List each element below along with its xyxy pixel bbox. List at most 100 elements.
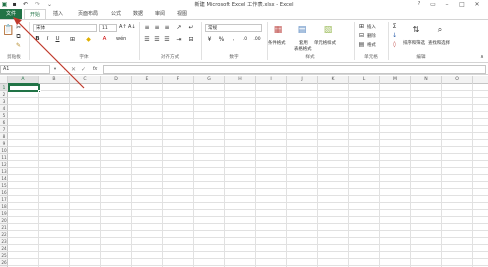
format-as-table-icon[interactable]: ▤ [296, 24, 308, 36]
row-header-4[interactable]: 4 [0, 105, 8, 112]
row-header-17[interactable]: 17 [0, 196, 8, 203]
column-header-k[interactable]: K [318, 76, 349, 84]
wrap-text-icon[interactable]: ↵ [187, 24, 195, 31]
row-header-11[interactable]: 11 [0, 154, 8, 161]
row-header-9[interactable]: 9 [0, 140, 8, 147]
borders-icon[interactable]: ⊞ [68, 36, 77, 43]
delete-cells-icon[interactable]: ⊟ [358, 32, 365, 39]
align-middle-icon[interactable]: ≡ [153, 24, 161, 31]
row-header-3[interactable]: 3 [0, 98, 8, 105]
find-select-label[interactable]: 查找和选择 [428, 40, 450, 46]
currency-icon[interactable]: ¥ [205, 36, 214, 43]
delete-cells-label[interactable]: 删除 [367, 33, 376, 39]
align-bottom-icon[interactable]: ≡ [163, 24, 171, 31]
column-header-c[interactable]: C [70, 76, 101, 84]
row-header-23[interactable]: 23 [0, 238, 8, 245]
column-header-l[interactable]: L [349, 76, 380, 84]
column-header-b[interactable]: B [39, 76, 70, 84]
formula-input[interactable] [103, 65, 486, 74]
cut-icon[interactable]: ✂ [15, 24, 22, 31]
cell-area[interactable] [8, 84, 488, 267]
shrink-font-icon[interactable]: A↓ [128, 24, 136, 31]
format-cells-icon[interactable]: ▤ [358, 41, 365, 48]
font-size-select[interactable]: 11 [99, 24, 117, 32]
align-center-icon[interactable]: ☰ [153, 36, 161, 43]
column-header-j[interactable]: J [287, 76, 318, 84]
cell-styles-icon[interactable]: ▧ [322, 24, 334, 36]
row-header-24[interactable]: 24 [0, 245, 8, 252]
decrease-decimal-icon[interactable]: .00 [252, 36, 262, 43]
row-header-16[interactable]: 16 [0, 189, 8, 196]
column-header-g[interactable]: G [194, 76, 225, 84]
row-header-8[interactable]: 8 [0, 133, 8, 140]
number-format-select[interactable]: 常规 [205, 24, 262, 32]
font-color-icon[interactable]: A [100, 36, 109, 43]
align-left-icon[interactable]: ☰ [143, 36, 151, 43]
merge-center-icon[interactable]: ⊟ [187, 36, 195, 43]
column-header-h[interactable]: H [225, 76, 256, 84]
row-header-13[interactable]: 13 [0, 168, 8, 175]
cancel-icon[interactable]: ✕ [70, 66, 77, 73]
copy-icon[interactable]: ⧉ [15, 33, 22, 40]
collapse-ribbon-icon[interactable]: ∧ [478, 54, 486, 61]
column-header-d[interactable]: D [101, 76, 132, 84]
fill-icon[interactable]: ↓ [391, 32, 398, 39]
bold-icon[interactable]: B [34, 36, 41, 43]
enter-icon[interactable]: ✓ [80, 66, 87, 73]
row-header-6[interactable]: 6 [0, 119, 8, 126]
chevron-down-icon[interactable]: ▾ [52, 66, 58, 73]
orientation-icon[interactable]: ↗ [175, 24, 183, 31]
sort-filter-icon[interactable]: ⇅ [410, 24, 422, 36]
row-header-7[interactable]: 7 [0, 126, 8, 133]
italic-icon[interactable]: I [44, 36, 51, 43]
indent-icon[interactable]: ⇥ [175, 36, 183, 43]
row-header-10[interactable]: 10 [0, 147, 8, 154]
column-header-m[interactable]: M [380, 76, 411, 84]
autosum-icon[interactable]: Σ [391, 23, 398, 30]
conditional-formatting-icon[interactable]: ▦ [272, 24, 284, 36]
tab-formulas[interactable]: 公式 [106, 9, 126, 19]
increase-decimal-icon[interactable]: .0 [240, 36, 250, 43]
column-header-n[interactable]: N [411, 76, 442, 84]
column-header-o[interactable]: O [442, 76, 473, 84]
tab-file[interactable]: 文件 [0, 9, 22, 19]
name-box[interactable]: A1 [0, 65, 50, 74]
column-header-e[interactable]: E [132, 76, 163, 84]
font-name-select[interactable]: 宋体 [33, 24, 97, 32]
sort-filter-label[interactable]: 排序和筛选 [403, 40, 425, 46]
format-painter-icon[interactable]: ✎ [15, 42, 22, 49]
find-select-icon[interactable]: ⌕ [434, 24, 446, 36]
select-all-corner[interactable] [0, 76, 8, 84]
row-header-12[interactable]: 12 [0, 161, 8, 168]
column-header-a[interactable]: A [8, 76, 39, 84]
insert-cells-label[interactable]: 插入 [367, 24, 376, 30]
help-icon[interactable]: ? [412, 0, 426, 9]
align-top-icon[interactable]: ≡ [143, 24, 151, 31]
row-header-5[interactable]: 5 [0, 112, 8, 119]
insert-function-icon[interactable]: fx [90, 66, 100, 73]
active-cell-a1[interactable] [8, 84, 40, 92]
underline-icon[interactable]: U [54, 36, 61, 43]
row-header-14[interactable]: 14 [0, 175, 8, 182]
row-header-20[interactable]: 20 [0, 217, 8, 224]
tab-insert[interactable]: 插入 [48, 9, 68, 19]
row-header-18[interactable]: 18 [0, 203, 8, 210]
phonetic-icon[interactable]: wén [116, 36, 126, 43]
grow-font-icon[interactable]: A↑ [119, 24, 127, 31]
column-header-f[interactable]: F [163, 76, 194, 84]
format-cells-label[interactable]: 格式 [367, 42, 376, 48]
row-header-26[interactable]: 26 [0, 259, 8, 266]
fill-color-icon[interactable]: ◆ [84, 36, 93, 43]
close-icon[interactable]: ✕ [470, 0, 484, 9]
row-header-19[interactable]: 19 [0, 210, 8, 217]
row-header-15[interactable]: 15 [0, 182, 8, 189]
tab-review[interactable]: 审阅 [150, 9, 170, 19]
clear-icon[interactable]: ◊ [391, 41, 398, 48]
tab-page-layout[interactable]: 页面布局 [72, 9, 104, 19]
percent-icon[interactable]: % [217, 36, 226, 43]
column-header-i[interactable]: I [256, 76, 287, 84]
row-header-25[interactable]: 25 [0, 252, 8, 259]
tab-data[interactable]: 数据 [128, 9, 148, 19]
row-header-2[interactable]: 2 [0, 91, 8, 98]
minimize-icon[interactable]: – [440, 0, 454, 9]
